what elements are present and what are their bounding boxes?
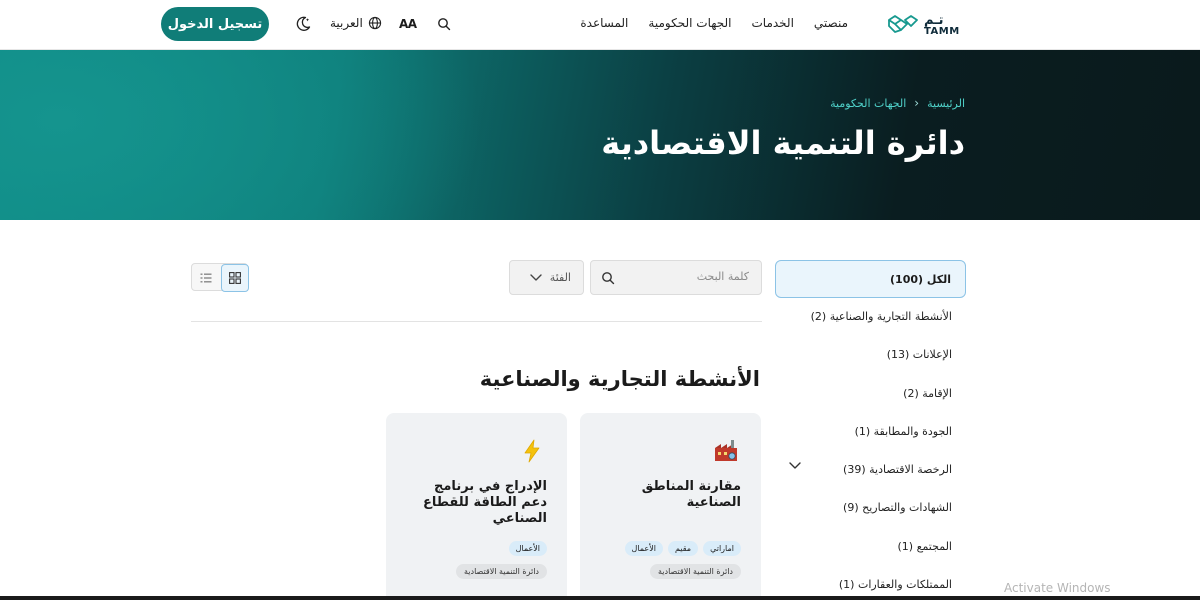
- login-button[interactable]: تسجيل الدخول: [161, 7, 269, 41]
- card-tags: الأعمال: [508, 541, 547, 556]
- nav-my-platform[interactable]: منصتي: [814, 16, 848, 30]
- chevron-down-icon: [530, 274, 542, 281]
- tag-resident: مقيم: [667, 541, 699, 556]
- taskbar-edge: [0, 596, 1200, 600]
- language-label: العربية: [330, 16, 363, 30]
- category-item-quality-conformity[interactable]: الجودة والمطابقة (1): [855, 425, 952, 438]
- globe-icon: [368, 16, 381, 30]
- nav-services[interactable]: الخدمات: [752, 16, 794, 30]
- category-item-all[interactable]: الكل (100): [775, 260, 966, 298]
- category-item-property-real-estate[interactable]: الممتلكات والعقارات (1): [839, 578, 952, 591]
- card-entity-badge: دائرة التنمية الاقتصادية: [650, 564, 741, 579]
- category-item-community[interactable]: المجتمع (1): [898, 540, 953, 553]
- search-input[interactable]: [619, 270, 749, 283]
- category-item-economic-license[interactable]: الرخصة الاقتصادية (39): [843, 463, 952, 476]
- factory-icon: [715, 440, 737, 461]
- divider: [191, 321, 762, 322]
- section-title: الأنشطة التجارية والصناعية: [479, 367, 760, 391]
- category-item-advertisements[interactable]: الإعلانات (13): [887, 348, 952, 361]
- breadcrumb-government-entities[interactable]: الجهات الحكومية: [830, 97, 906, 110]
- tag-emirati: اماراتي: [703, 541, 741, 556]
- category-item-residence[interactable]: الإقامة (2): [903, 387, 952, 400]
- search-icon: [602, 272, 615, 285]
- card-title: الإدراج في برنامج دعم الطاقة للقطاع الصن…: [422, 479, 547, 526]
- chevron-left-icon: ‹: [914, 96, 920, 110]
- service-card[interactable]: مقارنة المناطق الصناعية اماراتي مقيم الأ…: [580, 413, 761, 600]
- category-label: الكل (100): [890, 273, 951, 286]
- tamm-logo-mark-icon: [888, 15, 918, 33]
- view-toggle: [191, 263, 249, 292]
- grid-view-button[interactable]: [221, 264, 249, 292]
- nav-help[interactable]: المساعدة: [580, 16, 628, 30]
- breadcrumb: الرئيسية ‹ الجهات الحكومية: [830, 96, 965, 110]
- category-item-certificates-permits[interactable]: الشهادات والتصاريح (9): [843, 501, 952, 514]
- category-filter-dropdown[interactable]: الفئة: [509, 260, 584, 295]
- breadcrumb-home[interactable]: الرئيسية: [927, 97, 965, 110]
- search-field[interactable]: [590, 260, 762, 295]
- list-icon: [200, 273, 212, 283]
- main-nav: منصتي الخدمات الجهات الحكومية المساعدة: [580, 16, 848, 30]
- tag-business: الأعمال: [508, 541, 547, 556]
- moon-icon[interactable]: [294, 15, 312, 33]
- category-item-commercial-industrial[interactable]: الأنشطة التجارية والصناعية (2): [811, 310, 952, 323]
- grid-icon: [229, 272, 241, 284]
- os-activation-watermark: Activate Windows: [1004, 581, 1111, 595]
- service-card[interactable]: الإدراج في برنامج دعم الطاقة للقطاع الصن…: [386, 413, 567, 600]
- card-tags: اماراتي مقيم الأعمال: [624, 541, 741, 556]
- filter-label: الفئة: [549, 271, 571, 284]
- text-size-button[interactable]: AA: [399, 17, 417, 31]
- top-header: تـم TAMM منصتي الخدمات الجهات الحكومية ا…: [0, 0, 1200, 50]
- tag-business: الأعمال: [624, 541, 663, 556]
- search-icon[interactable]: [437, 17, 451, 31]
- logo-english-text: TAMM: [924, 25, 960, 37]
- nav-government-entities[interactable]: الجهات الحكومية: [648, 16, 731, 30]
- chevron-down-icon[interactable]: [788, 461, 802, 471]
- page-title: دائرة التنمية الاقتصادية: [601, 124, 965, 162]
- language-switcher[interactable]: العربية: [330, 16, 382, 30]
- tamm-logo[interactable]: تـم TAMM: [886, 12, 968, 38]
- hero-banner: [0, 50, 1200, 220]
- card-entity-badge: دائرة التنمية الاقتصادية: [456, 564, 547, 579]
- lightning-icon: [524, 439, 540, 463]
- logo-arabic-text: تـم: [924, 12, 944, 28]
- card-title: مقارنة المناطق الصناعية: [641, 479, 741, 510]
